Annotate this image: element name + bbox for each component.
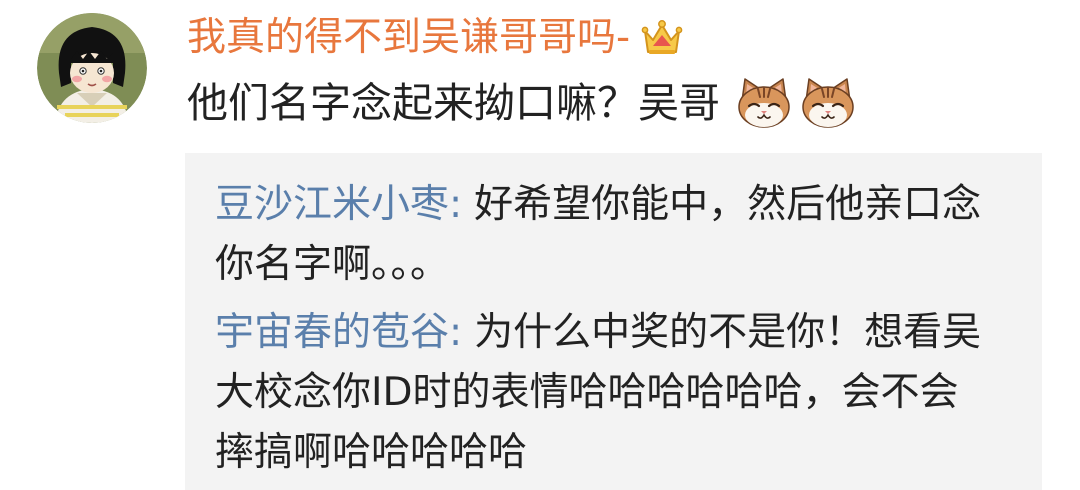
comment-body: 他们名字念起来拗口嘛？吴哥 bbox=[187, 74, 856, 132]
reply-text: 大校念你ID时的表情哈哈哈哈哈哈，会不会 bbox=[215, 370, 959, 415]
cartoon-girl-avatar-icon bbox=[37, 13, 147, 123]
reply-author-link[interactable]: 宇宙春的苞谷: bbox=[215, 310, 462, 355]
reply-text: 为什么中奖的不是你！想看吴 bbox=[474, 310, 982, 355]
username-row: 我真的得不到吴谦哥哥吗- bbox=[187, 14, 684, 62]
comment-text: 他们名字念起来拗口嘛？吴哥 bbox=[187, 79, 720, 127]
reply-author-link[interactable]: 豆沙江米小枣: bbox=[215, 182, 462, 227]
username-link[interactable]: 我真的得不到吴谦哥哥吗- bbox=[187, 14, 630, 62]
crown-icon[interactable] bbox=[640, 17, 684, 59]
reply-text: 你名字啊。。。 bbox=[215, 242, 450, 287]
cat-face-icon bbox=[800, 75, 856, 131]
reply-text: 好希望你能中，然后他亲口念 bbox=[474, 182, 982, 227]
user-avatar[interactable] bbox=[37, 13, 147, 123]
reply-line: 大校念你ID时的表情哈哈哈哈哈哈，会不会 bbox=[215, 363, 1022, 423]
reply-line: 摔搞啊哈哈哈哈哈 bbox=[215, 423, 1022, 483]
reply-item[interactable]: 宇宙春的苞谷: 为什么中奖的不是你！想看吴 大校念你ID时的表情哈哈哈哈哈哈，会不… bbox=[215, 303, 1022, 483]
cat-face-icon bbox=[736, 75, 792, 131]
reply-line: 宇宙春的苞谷: 为什么中奖的不是你！想看吴 bbox=[215, 303, 1022, 363]
reply-item[interactable]: 豆沙江米小枣: 好希望你能中，然后他亲口念 你名字啊。。。 bbox=[215, 175, 1022, 295]
reply-box[interactable]: 豆沙江米小枣: 好希望你能中，然后他亲口念 你名字啊。。。 宇宙春的苞谷: 为什么中… bbox=[185, 153, 1042, 490]
reply-line: 你名字啊。。。 bbox=[215, 235, 1022, 295]
reply-line: 豆沙江米小枣: 好希望你能中，然后他亲口念 bbox=[215, 175, 1022, 235]
reply-text: 摔搞啊哈哈哈哈哈 bbox=[215, 430, 528, 475]
